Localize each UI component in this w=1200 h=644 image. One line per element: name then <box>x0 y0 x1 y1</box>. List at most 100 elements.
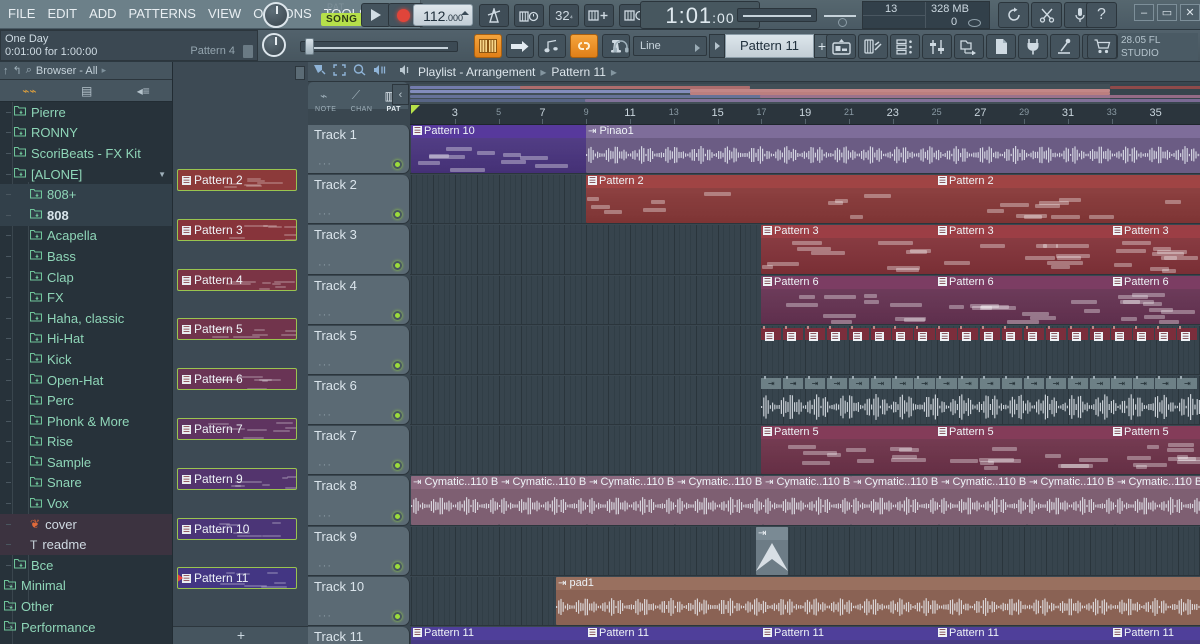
refresh-icon[interactable] <box>998 2 1029 28</box>
playlist-clip[interactable]: ⇥ <box>756 527 788 575</box>
browser-item[interactable]: Все <box>0 555 172 576</box>
track-lane[interactable]: ☰ Pattern 2 ☰ Pattern 2 <box>410 175 1200 224</box>
pattern-clip[interactable]: ☰ Pattern 2 <box>177 169 297 191</box>
track-header[interactable]: Track 4 ··· <box>308 276 410 325</box>
track-enable-led[interactable] <box>393 512 402 521</box>
playlist-clip[interactable]: ☰ Pattern 6 <box>1111 276 1200 324</box>
track-header[interactable]: Track 6 ··· <box>308 376 410 425</box>
help-icon[interactable]: ? <box>1086 2 1117 28</box>
playlist-clip[interactable]: ⇥ Cymatic..110 BPM <box>939 476 1027 524</box>
playlist-clip[interactable]: ⇥ Cymatic..110 BPM <box>1115 476 1200 524</box>
tab-chan-icon[interactable]: ⟋ <box>352 88 360 103</box>
master-volume-knob[interactable] <box>263 2 289 28</box>
playlist-clip[interactable]: ☰ <box>1111 328 1131 340</box>
zoom-icon[interactable] <box>352 64 367 79</box>
slice-marker[interactable]: ⇥ <box>1024 378 1044 389</box>
track-lane[interactable]: ☰ ☰ ☰ ☰ ☰ ☰ ☰ ☰ ☰ ☰ ☰ ☰ ☰ ☰ ☰ ☰ ☰ ☰ ☰ ☰ <box>410 326 1200 375</box>
minimize-button[interactable]: – <box>1134 4 1154 21</box>
slice-marker[interactable]: ⇥ <box>783 378 803 389</box>
track-enable-led[interactable] <box>393 562 402 571</box>
playlist-clip[interactable]: ☰ <box>1024 328 1044 340</box>
playlist-clip[interactable]: ☰ Pattern 6 <box>761 276 936 324</box>
playlist-clip[interactable]: ☰ Pattern 5 <box>1111 426 1200 474</box>
track-header[interactable]: Track 8 ··· <box>308 476 410 525</box>
browser-item[interactable]: Sample <box>0 452 172 473</box>
step-sequencer-button[interactable] <box>474 34 502 58</box>
play-button[interactable] <box>361 3 391 27</box>
slice-marker[interactable]: ⇥ <box>1046 378 1066 389</box>
playlist-ruler[interactable]: 3 5 7 9 11 13 15 17 19 21 23 25 27 29 31 33 35 <box>410 105 1200 125</box>
playlist-minimap[interactable] <box>410 84 1200 105</box>
browser-item[interactable]: Open-Hat <box>0 370 172 391</box>
playlist-clip[interactable]: ☰ <box>1002 328 1022 340</box>
playlist-clip[interactable]: ☰ <box>958 328 978 340</box>
pattern-clip[interactable]: ☰ Pattern 5 <box>177 318 297 340</box>
breadcrumb-item[interactable]: Pattern 11 <box>551 65 605 79</box>
slice-marker[interactable]: ⇥ <box>914 378 934 389</box>
track-header[interactable]: Track 3 ··· <box>308 225 410 274</box>
headphone-icon[interactable] <box>613 40 629 56</box>
step-seq-icon[interactable] <box>890 34 920 59</box>
slice-marker[interactable]: ⇥ <box>1068 378 1088 389</box>
browser-item[interactable]: Minimal <box>0 576 172 597</box>
pattern-clip[interactable]: ☰ Pattern 6 <box>177 368 297 390</box>
playlist-clip[interactable]: ☰ ☰ ☰ ☰ ☰ ☰ ☰ ☰ ☰ ☰ ☰ ☰ ☰ ☰ ☰ ☰ ☰ ☰ ☰ ☰ <box>761 326 1200 374</box>
browser-tree[interactable]: Pierre RONNY ScoriBeats - FX Kit [ALONE] ▼ 80… <box>0 102 172 644</box>
tempo-display[interactable]: 112.000 <box>413 4 473 26</box>
plugin-icon[interactable] <box>1018 34 1048 59</box>
pattern-scrollbar[interactable] <box>295 66 305 80</box>
pattern-clip[interactable]: ☰ Pattern 10 <box>177 518 297 540</box>
clock-mode-icon[interactable] <box>838 18 847 27</box>
menu-item-add[interactable]: ADD <box>83 0 122 28</box>
track-lane[interactable]: ☰ Pattern 11 ☰ Pattern 11 ☰ Pattern 11 ☰ Patter… <box>410 627 1200 644</box>
playlist-clip[interactable]: ☰ Pattern 6 <box>936 276 1111 324</box>
playlist-clip[interactable]: ⇥ pad1 <box>556 577 1200 625</box>
speaker-icon[interactable]: ◂≡ <box>137 84 150 98</box>
playlist-clip[interactable]: ☰ Pattern 5 <box>936 426 1111 474</box>
new-file-icon[interactable] <box>986 34 1016 59</box>
track-lane[interactable]: ⇥ <box>410 527 1200 576</box>
slice-marker[interactable]: ⇥ <box>805 378 825 389</box>
slice-marker[interactable]: ⇥ <box>1090 378 1110 389</box>
playlist-clip[interactable]: ⇥ Cymatic..110 BPM <box>587 476 675 524</box>
browser-item[interactable]: Performance <box>0 617 172 638</box>
track-lane[interactable]: ☰ Pattern 6 ☰ Pattern 6 ☰ Pattern 6 <box>410 276 1200 325</box>
pattern-clip[interactable]: ☰ Pattern 11 <box>177 567 297 589</box>
pattern-clip[interactable]: ☰ Pattern 3 <box>177 219 297 241</box>
chevron-down-icon[interactable]: ▼ <box>158 170 166 179</box>
slice-marker[interactable]: ⇥ <box>871 378 891 389</box>
playlist-clip[interactable]: ☰ Pattern 11 <box>411 627 586 644</box>
playlist-clip[interactable]: ☰ <box>783 328 803 340</box>
slice-marker[interactable]: ⇥ <box>1133 378 1153 389</box>
track-header[interactable]: Track 10 ··· <box>308 577 410 626</box>
close-button[interactable]: ✕ <box>1180 4 1200 21</box>
playlist-clip[interactable]: ☰ Pattern 3 <box>936 225 1111 273</box>
browser-item[interactable]: ❦ cover <box>0 514 172 535</box>
track-enable-led[interactable] <box>393 311 402 320</box>
track-options-icon[interactable]: ··· <box>318 409 332 421</box>
browser-chevron-icon[interactable]: ▸ <box>102 65 107 76</box>
add-pattern-row[interactable]: + <box>173 626 309 644</box>
tab-pat[interactable]: PAT <box>386 106 400 122</box>
track-header[interactable]: Track 1 ··· <box>308 125 410 174</box>
playlist-clip[interactable]: ☰ <box>980 328 1000 340</box>
playlist-clip[interactable]: ☰ Pattern 3 <box>1111 225 1200 273</box>
track-enable-led[interactable] <box>393 210 402 219</box>
track-options-icon[interactable]: ··· <box>318 560 332 572</box>
track-options-icon[interactable]: ··· <box>318 208 332 220</box>
playlist-clip[interactable]: ⇥ Cymatic..110 BPM <box>499 476 587 524</box>
playlist-clip[interactable]: ☰ Pattern 11 <box>761 627 936 644</box>
track-lane[interactable]: ☰ Pattern 5 ☰ Pattern 5 ☰ Pattern 5 <box>410 426 1200 475</box>
channel-rack-icon[interactable] <box>826 34 856 59</box>
pattern-clip[interactable]: ☰ Pattern 7 <box>177 418 297 440</box>
sort-up-icon[interactable]: ↑ <box>3 65 9 77</box>
browser-item[interactable]: Snare <box>0 473 172 494</box>
slice-marker[interactable]: ⇥ <box>1111 378 1131 389</box>
track-header[interactable]: Track 9 ··· <box>308 527 410 576</box>
browser-item[interactable]: Phonk & More <box>0 411 172 432</box>
playlist-clip[interactable]: ☰ Pattern 11 <box>586 627 761 644</box>
browser-item[interactable]: Haha, classic <box>0 308 172 329</box>
copy-icon[interactable]: ▤ <box>81 84 92 98</box>
playlist-clip[interactable]: ☰ <box>1068 328 1088 340</box>
playlist-clip[interactable]: ☰ <box>849 328 869 340</box>
